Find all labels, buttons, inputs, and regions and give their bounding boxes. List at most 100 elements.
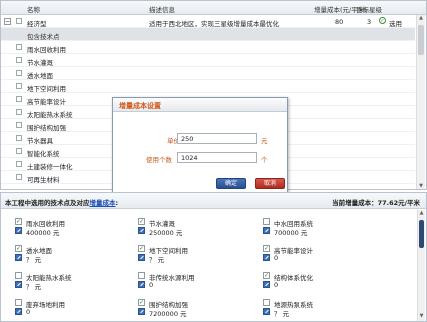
- selected-tech-item: ✓ 高节能率设计 0: [263, 244, 393, 264]
- edit-icon[interactable]: [15, 308, 22, 315]
- tech-select-checkbox[interactable]: [263, 299, 270, 306]
- incremental-cost-dialog: 增量成本设置 单价 元 使用个数 个 确定 取消: [112, 97, 288, 195]
- tech-point-row[interactable]: 地下空间利用: [1, 80, 415, 93]
- tech-item-cost: 0: [26, 308, 31, 316]
- tech-point-checkbox[interactable]: [16, 135, 22, 141]
- tech-point-name: 土建装修一体化: [27, 163, 73, 171]
- header-target-level[interactable]: 目标星级: [356, 4, 382, 14]
- header-description[interactable]: 描述信息: [149, 4, 175, 14]
- tech-item-name: 非传统水源利用: [149, 274, 195, 282]
- table-header: 名称 描述信息 增量成本(元/平米) 目标星级: [1, 1, 426, 15]
- tech-point-name: 可再生材料: [27, 176, 60, 184]
- selected-tech-item: 地源热泵系统？ 元: [263, 298, 393, 318]
- table-scrollbar[interactable]: ▲ ▼: [416, 15, 425, 189]
- scroll-thumb[interactable]: [419, 220, 424, 248]
- tech-select-checkbox[interactable]: ✓: [138, 218, 145, 225]
- selected-tech-item: ✓ 节水灌溉 250000 元: [138, 217, 268, 237]
- count-unit: 个: [261, 156, 268, 164]
- ok-button[interactable]: 确定: [216, 178, 246, 189]
- scroll-up-icon[interactable]: ▲: [417, 15, 425, 23]
- tech-item-cost: 7200000 元: [149, 310, 187, 318]
- scheme-target-level: 3: [367, 18, 372, 26]
- tech-point-checkbox[interactable]: [16, 122, 22, 128]
- tech-item-name: 结构体系优化: [274, 274, 313, 282]
- edit-icon[interactable]: [263, 308, 270, 315]
- unit-price-input[interactable]: [177, 133, 257, 144]
- tech-point-checkbox[interactable]: [16, 174, 22, 180]
- dialog-titlebar[interactable]: 增量成本设置: [113, 98, 287, 112]
- tech-select-checkbox[interactable]: ✓: [138, 299, 145, 306]
- tech-select-checkbox[interactable]: ✓: [138, 245, 145, 252]
- tech-point-name: 智能化系统: [27, 150, 60, 158]
- tech-select-checkbox[interactable]: ✓: [15, 218, 22, 225]
- tech-point-name: 高节能率设计: [27, 98, 66, 106]
- selected-tech-panel: 本工程中选用的技术点及对应增量成本: 当前增量成本：77.62元/平米 ✓ 雨水回…: [0, 192, 427, 322]
- tech-item-cost: 0: [149, 281, 154, 289]
- tech-item-cost: 0: [274, 254, 279, 262]
- group-label: 包含技术点: [27, 33, 60, 41]
- tech-point-row[interactable]: 节水灌溉: [1, 54, 415, 67]
- unit-price-unit: 元: [261, 137, 268, 145]
- selected-tech-item: ✓ 结构体系优化 0: [263, 271, 393, 291]
- selected-tech-item: ✓ 地下空间利用？ 元: [138, 244, 268, 264]
- edit-icon[interactable]: [15, 227, 22, 234]
- selected-check-icon: ✓: [379, 17, 386, 24]
- scroll-up-icon[interactable]: ▲: [418, 210, 425, 218]
- tech-select-checkbox[interactable]: ✓: [263, 245, 270, 252]
- selected-tech-item: ✓ 雨水回收利用 400000 元: [15, 217, 145, 237]
- tech-item-cost: ？ 元: [26, 256, 42, 264]
- tech-point-name: 围护结构加强: [27, 124, 66, 132]
- tech-select-checkbox[interactable]: ✓: [15, 245, 22, 252]
- header-name[interactable]: 名称: [27, 4, 40, 14]
- tech-point-name: 节水器具: [27, 137, 53, 145]
- tech-point-checkbox[interactable]: [16, 70, 22, 76]
- tech-point-row[interactable]: 透水地面: [1, 67, 415, 80]
- tech-point-name: 透水地面: [27, 72, 53, 80]
- tech-point-checkbox[interactable]: [16, 161, 22, 167]
- scheme-name: 经济型: [27, 20, 47, 28]
- edit-icon[interactable]: [15, 254, 22, 261]
- tech-point-checkbox[interactable]: [16, 96, 22, 102]
- edit-icon[interactable]: [138, 227, 145, 234]
- tech-select-checkbox[interactable]: [138, 272, 145, 279]
- scheme-selected-label[interactable]: 选用: [389, 18, 402, 28]
- collapse-icon[interactable]: −: [4, 18, 11, 25]
- edit-icon[interactable]: [138, 254, 145, 261]
- selected-tech-item: 中水回用系统 700000 元: [263, 217, 393, 237]
- cancel-button[interactable]: 取消: [255, 178, 285, 189]
- edit-icon[interactable]: [138, 308, 145, 315]
- bottom-scrollbar[interactable]: ▲ ▼: [417, 210, 425, 321]
- scheme-row[interactable]: − 经济型 适用于西北地区，实现三星级增量成本最优化 80 3 ✓ 选用: [1, 15, 415, 28]
- tech-point-name: 地下空间利用: [27, 85, 66, 93]
- scheme-cost: 80: [335, 18, 344, 26]
- count-input[interactable]: [177, 152, 257, 163]
- tech-point-checkbox[interactable]: [16, 44, 22, 50]
- selected-tech-item: ✓ 透水地面？ 元: [15, 244, 145, 264]
- tech-item-name: 废弃场地利用: [26, 301, 65, 309]
- tech-select-checkbox[interactable]: [15, 272, 22, 279]
- tech-item-name: 高节能率设计: [274, 247, 313, 255]
- tech-item-cost: ？ 元: [149, 256, 165, 264]
- scroll-down-icon[interactable]: ▼: [418, 313, 425, 321]
- scroll-thumb[interactable]: [418, 25, 424, 55]
- tech-item-cost: 0: [274, 281, 279, 289]
- scheme-checkbox[interactable]: [16, 18, 22, 24]
- tech-select-checkbox[interactable]: ✓: [263, 272, 270, 279]
- tech-item-cost: 400000 元: [26, 229, 60, 237]
- scroll-down-icon[interactable]: ▼: [417, 183, 425, 189]
- tech-select-checkbox[interactable]: [263, 218, 270, 225]
- tech-point-checkbox[interactable]: [16, 57, 22, 63]
- edit-icon[interactable]: [138, 281, 145, 288]
- tech-point-checkbox[interactable]: [16, 83, 22, 89]
- tech-point-name: 节水灌溉: [27, 59, 53, 67]
- edit-icon[interactable]: [263, 281, 270, 288]
- tech-point-checkbox[interactable]: [16, 109, 22, 115]
- edit-icon[interactable]: [263, 227, 270, 234]
- tech-point-checkbox[interactable]: [16, 148, 22, 154]
- edit-icon[interactable]: [263, 254, 270, 261]
- tech-select-checkbox[interactable]: [15, 299, 22, 306]
- edit-icon[interactable]: [15, 281, 22, 288]
- selected-tech-item: 废弃场地利用 0: [15, 298, 145, 318]
- incremental-cost-link[interactable]: 增量成本: [90, 199, 116, 207]
- tech-point-row[interactable]: 雨水回收利用: [1, 41, 415, 54]
